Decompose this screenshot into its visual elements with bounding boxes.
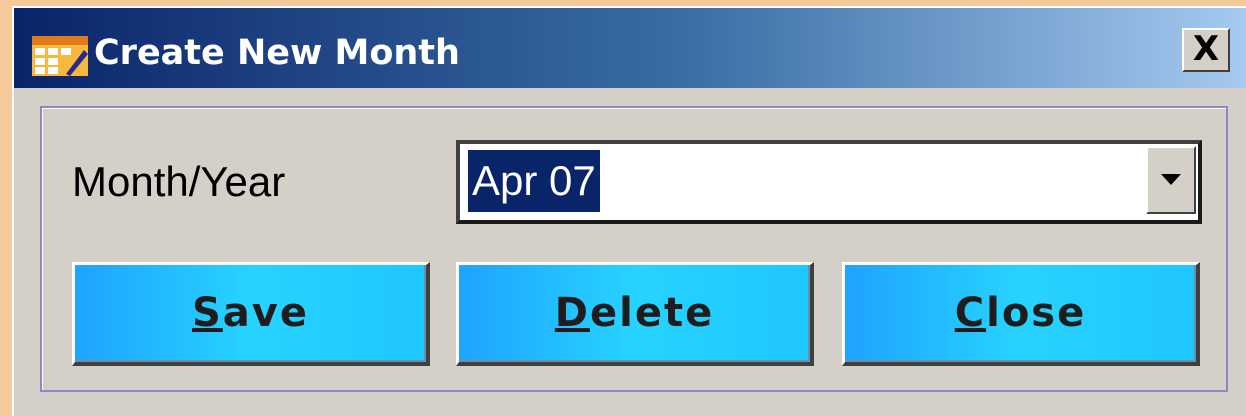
close-button[interactable]: Close	[842, 262, 1200, 366]
month-year-dropdown[interactable]: Apr 07	[456, 140, 1202, 224]
form-panel: Month/Year Apr 07 Save Delete Close	[40, 106, 1228, 392]
delete-mnemonic: D	[554, 290, 590, 336]
delete-label: elete	[589, 290, 715, 336]
save-label: ave	[222, 290, 309, 336]
create-new-month-dialog: Create New Month X Month/Year Apr 07 Sav…	[12, 6, 1246, 416]
close-window-button[interactable]: X	[1182, 28, 1230, 72]
close-label: lose	[986, 290, 1087, 336]
month-year-value[interactable]: Apr 07	[468, 150, 600, 212]
dropdown-button[interactable]	[1146, 146, 1196, 214]
save-button[interactable]: Save	[72, 262, 430, 366]
save-mnemonic: S	[191, 290, 223, 336]
month-year-label: Month/Year	[72, 158, 286, 205]
chevron-down-icon	[1161, 174, 1181, 185]
close-mnemonic: C	[954, 290, 987, 336]
calendar-icon	[32, 36, 88, 76]
title-bar[interactable]: Create New Month X	[14, 8, 1246, 88]
delete-button[interactable]: Delete	[456, 262, 814, 366]
window-title: Create New Month	[94, 33, 460, 73]
